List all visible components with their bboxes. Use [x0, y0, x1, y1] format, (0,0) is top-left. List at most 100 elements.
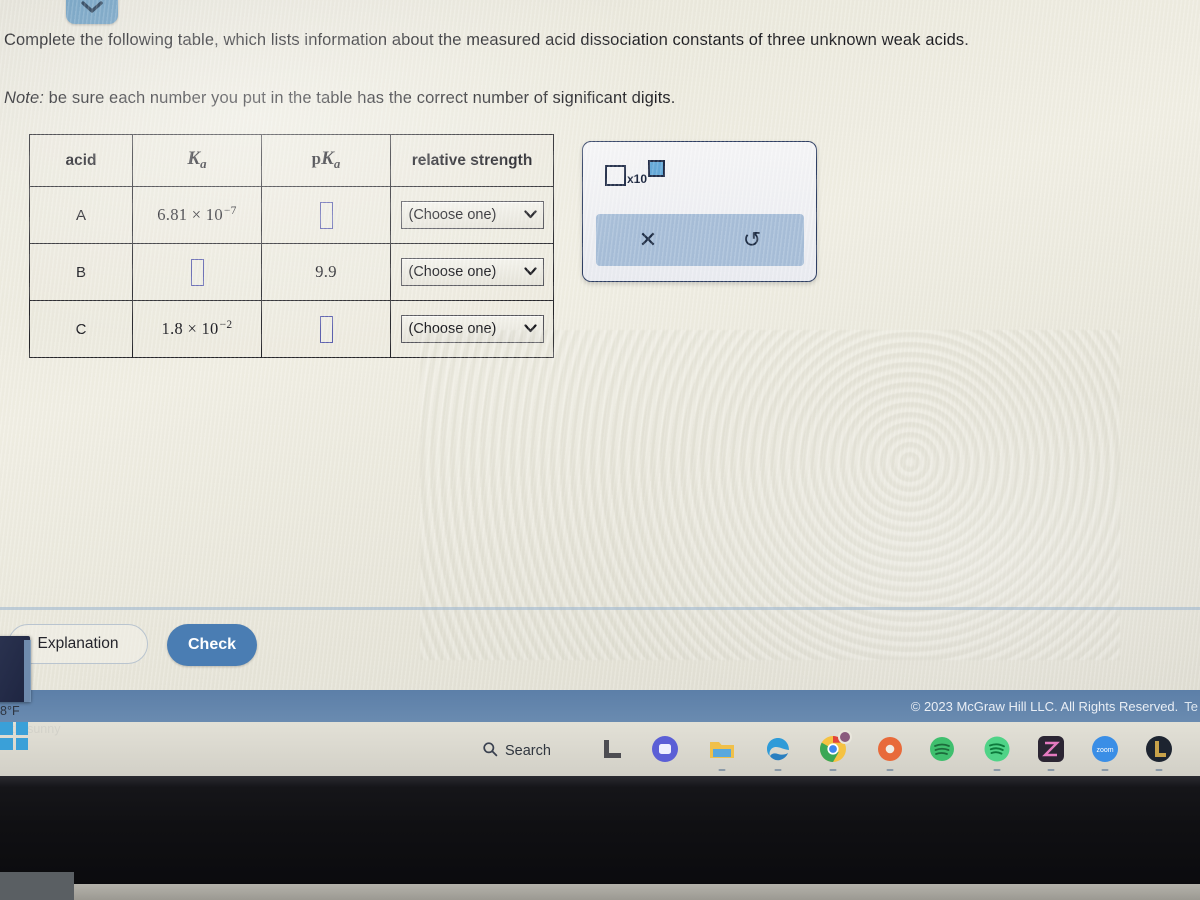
- ka-subscript: a: [200, 156, 207, 172]
- weather-temperature: 8°F: [0, 704, 20, 718]
- running-indicator: [718, 769, 726, 771]
- taskbar-app-icon-grey[interactable]: [597, 734, 627, 764]
- pka-cell-b: 9.9: [261, 243, 391, 301]
- relative-strength-select-a[interactable]: (Choose one): [400, 201, 544, 229]
- ka-exponent-a: −7: [223, 204, 237, 217]
- undo-button[interactable]: ↺: [700, 229, 804, 251]
- relative-strength-select-b[interactable]: (Choose one): [400, 258, 544, 286]
- scientific-notation-button[interactable]: x10: [605, 160, 666, 186]
- running-indicator: [1047, 769, 1055, 771]
- firefox-icon[interactable]: [875, 734, 905, 771]
- running-indicator: [774, 769, 782, 771]
- acid-label-b: B: [29, 243, 133, 301]
- taskbar-search[interactable]: Search: [482, 741, 551, 761]
- league-of-legends-icon[interactable]: [1144, 734, 1174, 771]
- file-explorer-icon[interactable]: [707, 734, 737, 771]
- ka-cell-c: 1.8 × 10−2: [132, 300, 262, 358]
- start-tile-2: [15, 722, 28, 735]
- footer-partial-text: Te: [1184, 698, 1198, 714]
- mantissa-placeholder-icon: [605, 165, 626, 186]
- chevron-down-icon: [79, 0, 105, 20]
- relative-strength-cell-c: (Choose one): [390, 300, 554, 358]
- ka-value-c: 1.8 × 10−2: [161, 318, 233, 339]
- clear-button[interactable]: ✕: [596, 229, 700, 251]
- laptop-bezel: [0, 776, 1200, 900]
- relative-strength-cell-a: (Choose one): [390, 186, 554, 244]
- content-separator: [0, 607, 1200, 610]
- table-header-row: acid Ka pKa relative strength: [29, 134, 554, 187]
- table-row: B 9.9 (Choose one): [29, 243, 554, 301]
- acid-label-c: C: [29, 300, 133, 358]
- running-indicator: [886, 769, 894, 771]
- start-tile-1: [0, 722, 13, 735]
- start-tile-3: [0, 737, 13, 750]
- scientific-notation-label: x10: [627, 172, 648, 186]
- question-prompt-line2: Note: be sure each number you put in the…: [4, 89, 675, 108]
- running-indicator: [1155, 769, 1163, 771]
- notification-badge: [838, 730, 852, 744]
- pka-symbol: K: [321, 148, 334, 170]
- close-icon: ✕: [638, 227, 658, 252]
- copyright-text: © 2023 McGraw Hill LLC. All Rights Reser…: [910, 698, 1179, 714]
- desk-surface: [74, 884, 1200, 900]
- page-footer: © 2023 McGraw Hill LLC. All Rights Reser…: [0, 690, 1200, 722]
- spotify-icon[interactable]: [982, 734, 1012, 771]
- chevron-down-icon: [523, 265, 537, 279]
- laptop-photo: Complete the following table, which list…: [0, 0, 1200, 900]
- foreground-object-edge: [24, 640, 31, 702]
- search-label: Search: [505, 743, 551, 759]
- desk-surface-left: [0, 872, 74, 900]
- check-button[interactable]: Check: [167, 624, 257, 666]
- column-header-relative-strength: relative strength: [390, 134, 554, 187]
- table-row: C 1.8 × 10−2 (Choose one): [29, 300, 554, 358]
- relative-strength-select-c[interactable]: (Choose one): [400, 315, 544, 343]
- pka-cell-c[interactable]: [261, 300, 391, 358]
- column-header-ka: Ka: [132, 134, 262, 187]
- ka-value-a: 6.81 × 10−7: [157, 204, 237, 225]
- laptop-screen-edge: [0, 776, 1200, 788]
- acid-label-a: A: [29, 186, 133, 244]
- relative-strength-value-c: (Choose one): [408, 321, 497, 337]
- column-header-pka: pKa: [261, 134, 391, 187]
- search-icon: [482, 741, 498, 761]
- windows-start-icon[interactable]: [0, 722, 28, 750]
- pka-input-a[interactable]: [319, 201, 333, 229]
- column-header-acid: acid: [29, 134, 133, 187]
- collapse-panel-tab[interactable]: [66, 0, 118, 24]
- pka-prefix: p: [311, 149, 322, 169]
- ka-cell-a: 6.81 × 10−7: [132, 186, 262, 244]
- pink-app-icon[interactable]: [1036, 734, 1066, 771]
- screen-moire-patch: [420, 330, 1120, 660]
- palette-action-bar: ✕ ↺: [596, 214, 804, 266]
- ka-cell-b[interactable]: [132, 243, 262, 301]
- taskbar-app-icon-blue-circle[interactable]: [650, 734, 680, 764]
- note-text: be sure each number you put in the table…: [43, 89, 676, 107]
- ka-input-b[interactable]: [190, 258, 204, 286]
- relative-strength-value-b: (Choose one): [408, 264, 497, 280]
- pka-subscript: a: [333, 156, 341, 172]
- running-indicator: [993, 769, 1001, 771]
- pka-input-c[interactable]: [319, 315, 333, 343]
- pka-cell-a[interactable]: [261, 186, 391, 244]
- start-tile-4: [15, 737, 28, 750]
- chevron-down-icon: [523, 208, 537, 222]
- exponent-placeholder-icon: [648, 160, 666, 177]
- action-button-bar: Explanation Check: [0, 612, 1200, 690]
- svg-text:zoom: zoom: [1096, 747, 1113, 754]
- relative-strength-cell-b: (Choose one): [390, 243, 554, 301]
- windows-taskbar: Search zoom: [0, 722, 1200, 776]
- question-prompt-line1: Complete the following table, which list…: [4, 31, 969, 49]
- zoom-icon[interactable]: zoom: [1090, 734, 1120, 771]
- running-indicator: [1101, 769, 1109, 771]
- undo-icon: ↺: [742, 227, 762, 252]
- relative-strength-value-a: (Choose one): [408, 207, 497, 223]
- pka-value-b: 9.9: [315, 262, 337, 281]
- running-indicator: [829, 769, 837, 771]
- ka-symbol: K: [187, 148, 201, 170]
- acid-data-table: acid Ka pKa relative strength A 6.81 × 1…: [29, 134, 554, 358]
- note-label: Note:: [4, 89, 44, 107]
- google-chrome-icon[interactable]: [818, 730, 852, 771]
- microsoft-edge-icon[interactable]: [763, 734, 793, 771]
- green-app-icon[interactable]: [927, 734, 957, 764]
- table-row: A 6.81 × 10−7 (Choose one): [29, 186, 554, 244]
